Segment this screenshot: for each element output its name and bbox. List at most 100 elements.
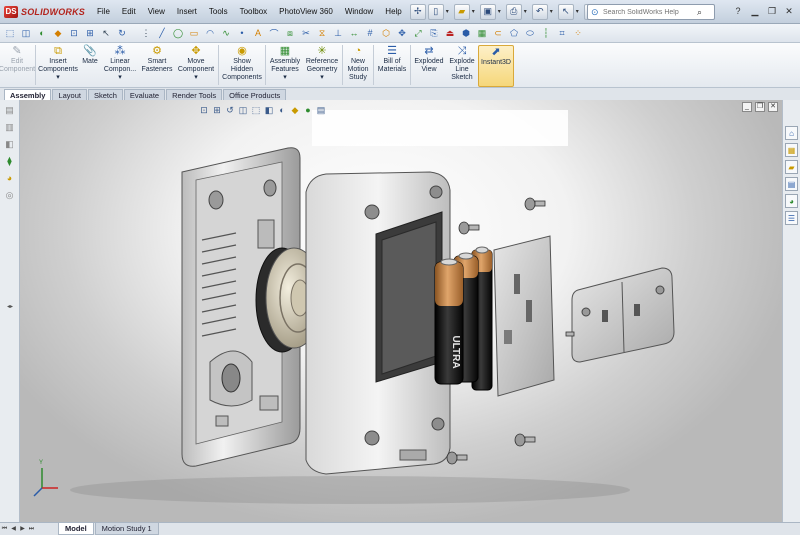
help-question-icon[interactable]: ?: [731, 4, 745, 18]
help-search-input[interactable]: [603, 8, 697, 16]
menu-toolbox[interactable]: Toolbox: [234, 0, 274, 24]
property-manager-icon[interactable]: ▥: [3, 120, 17, 134]
explode-line-sketch-button[interactable]: ⤨ Explode Line Sketch: [446, 45, 478, 87]
dimxpert-icon[interactable]: ⧫: [3, 154, 17, 168]
battery-cover-part[interactable]: [493, 235, 555, 397]
previous-view-icon[interactable]: ↺: [224, 104, 236, 116]
configuration-manager-icon[interactable]: ◧: [3, 137, 17, 151]
edit-component-button[interactable]: ✎ Edit Component: [0, 45, 35, 87]
sketch-relations-icon[interactable]: ⊥: [331, 26, 345, 40]
sketch-block-icon[interactable]: ▦: [475, 26, 489, 40]
zoom-to-fit-icon[interactable]: ⊡: [198, 104, 210, 116]
select-dropdown-icon[interactable]: ▾: [576, 8, 582, 15]
rotate-view-icon[interactable]: ↻: [115, 26, 129, 40]
hide-items-icon[interactable]: ◐: [276, 104, 288, 116]
new-motion-study-button[interactable]: ◔ New Motion Study: [344, 45, 372, 87]
smart-fasteners-button[interactable]: ⚙ Smart Fasteners: [139, 45, 175, 87]
sketch-spline-icon[interactable]: ∿: [219, 26, 233, 40]
undo-dropdown-icon[interactable]: ▾: [550, 8, 556, 15]
edit-appearance-icon[interactable]: ◆: [51, 26, 65, 40]
viewport-minimize-icon[interactable]: _: [742, 102, 752, 112]
sketch-arc-icon[interactable]: ◠: [203, 26, 217, 40]
appearances-scenes-icon[interactable]: ◕: [785, 194, 798, 208]
sketch-offset-icon[interactable]: ⧈: [283, 26, 297, 40]
app-logo[interactable]: DS SOLIDWORKS: [0, 0, 91, 24]
view-settings-icon[interactable]: ▤: [315, 104, 327, 116]
sketch-text-icon[interactable]: A: [251, 26, 265, 40]
tab-office-products[interactable]: Office Products: [223, 89, 287, 100]
open-dropdown-icon[interactable]: ▾: [472, 8, 478, 15]
save-icon[interactable]: ▣: [479, 3, 496, 20]
close-icon[interactable]: ✕: [782, 4, 796, 18]
menu-window[interactable]: Window: [339, 0, 379, 24]
section-view-icon[interactable]: ◫: [19, 26, 33, 40]
solidworks-resources-icon[interactable]: ⌂: [785, 126, 798, 140]
back-plate-part[interactable]: [571, 267, 675, 363]
sketch-ellipse-icon[interactable]: ⬭: [523, 26, 537, 40]
file-explorer-icon[interactable]: ▰: [785, 160, 798, 174]
viewport-close-icon[interactable]: ✕: [768, 102, 778, 112]
view-orientation-icon[interactable]: ⬚: [250, 104, 262, 116]
menu-file[interactable]: File: [91, 0, 116, 24]
sketch-polygon-icon[interactable]: ⬠: [507, 26, 521, 40]
sketch-construction-icon[interactable]: ⌗: [555, 26, 569, 40]
exploded-view-button[interactable]: ⇄ Exploded View: [412, 45, 446, 87]
pin-icon[interactable]: ✢: [409, 3, 426, 20]
graphics-area[interactable]: ULTRA Y ⊡ ⊞ ↺ ◫ ⬚ ◧ ◐ ◆ ● ▤ _ ❐ ✕: [20, 100, 782, 522]
sketch-dimension-icon[interactable]: ↔: [347, 26, 361, 40]
tab-render-tools[interactable]: Render Tools: [166, 89, 223, 100]
sketch-line-icon[interactable]: ╱: [155, 26, 169, 40]
menu-insert[interactable]: Insert: [171, 0, 203, 24]
view-orientation-icon[interactable]: ⬚: [3, 26, 17, 40]
minimize-icon[interactable]: ▁: [748, 4, 762, 18]
sketch-move-icon[interactable]: ✥: [395, 26, 409, 40]
sketch-exit-icon[interactable]: ⏏: [443, 26, 457, 40]
print-dropdown-icon[interactable]: ▾: [524, 8, 530, 15]
print-icon[interactable]: ⎙: [505, 3, 522, 20]
sketch-grid-icon[interactable]: #: [363, 26, 377, 40]
restore-icon[interactable]: ❐: [765, 4, 779, 18]
first-tab-arrow-icon[interactable]: ⏮: [0, 524, 9, 534]
instant3d-button[interactable]: ⬈ Instant3D: [478, 45, 514, 87]
insert-components-button[interactable]: ⧉ Insert Components ▾: [37, 45, 79, 87]
edit-appearance-icon[interactable]: ◆: [289, 104, 301, 116]
apply-scene-icon[interactable]: ●: [302, 104, 314, 116]
sketch-scale-icon[interactable]: ⤢: [411, 26, 425, 40]
menu-view[interactable]: View: [142, 0, 171, 24]
sketch-centerline-icon[interactable]: ┆: [539, 26, 553, 40]
display-manager-icon[interactable]: ◕: [3, 171, 17, 185]
tab-sketch[interactable]: Sketch: [87, 89, 123, 100]
sketch-convert-icon[interactable]: ⬡: [379, 26, 393, 40]
sketch-3d-icon[interactable]: ⬢: [459, 26, 473, 40]
design-library-icon[interactable]: ▦: [785, 143, 798, 157]
view-palette-icon[interactable]: ▤: [785, 177, 798, 191]
tab-evaluate[interactable]: Evaluate: [123, 89, 166, 100]
custom-properties-icon[interactable]: ☰: [785, 211, 798, 225]
viewport-restore-icon[interactable]: ❐: [755, 102, 765, 112]
sketch-mirror-icon[interactable]: ⧖: [315, 26, 329, 40]
tab-assembly[interactable]: Assembly: [4, 89, 52, 100]
sketch-fillet-icon[interactable]: ⌒: [267, 26, 281, 40]
battery-pack-part[interactable]: ULTRA: [434, 246, 493, 391]
menu-tools[interactable]: Tools: [203, 0, 234, 24]
menu-edit[interactable]: Edit: [116, 0, 142, 24]
menu-photoview[interactable]: PhotoView 360: [273, 0, 339, 24]
search-icon[interactable]: ⌕: [697, 7, 702, 18]
bill-of-materials-button[interactable]: ☰ Bill of Materials: [375, 45, 409, 87]
undo-icon[interactable]: ↶: [531, 3, 548, 20]
feature-tree-icon[interactable]: ▤: [3, 103, 17, 117]
last-tab-arrow-icon[interactable]: ⏭: [27, 524, 36, 534]
hide-show-icon[interactable]: ◐: [35, 26, 49, 40]
pane-splitter-icon[interactable]: ◂▸: [5, 303, 15, 311]
reference-geometry-button[interactable]: ✳ Reference Geometry ▾: [303, 45, 341, 87]
menu-help[interactable]: Help: [379, 0, 407, 24]
search-scope-icon[interactable]: ⊙: [591, 7, 603, 18]
new-document-icon[interactable]: ▯: [427, 3, 444, 20]
save-dropdown-icon[interactable]: ▾: [498, 8, 504, 15]
zoom-to-area-icon[interactable]: ⊞: [211, 104, 223, 116]
tab-layout[interactable]: Layout: [52, 89, 87, 100]
tab-motion-study-1[interactable]: Motion Study 1: [94, 523, 159, 535]
next-tab-arrow-icon[interactable]: ▶: [18, 524, 27, 534]
prev-tab-arrow-icon[interactable]: ◀: [9, 524, 18, 534]
open-folder-icon[interactable]: ▰: [453, 3, 470, 20]
